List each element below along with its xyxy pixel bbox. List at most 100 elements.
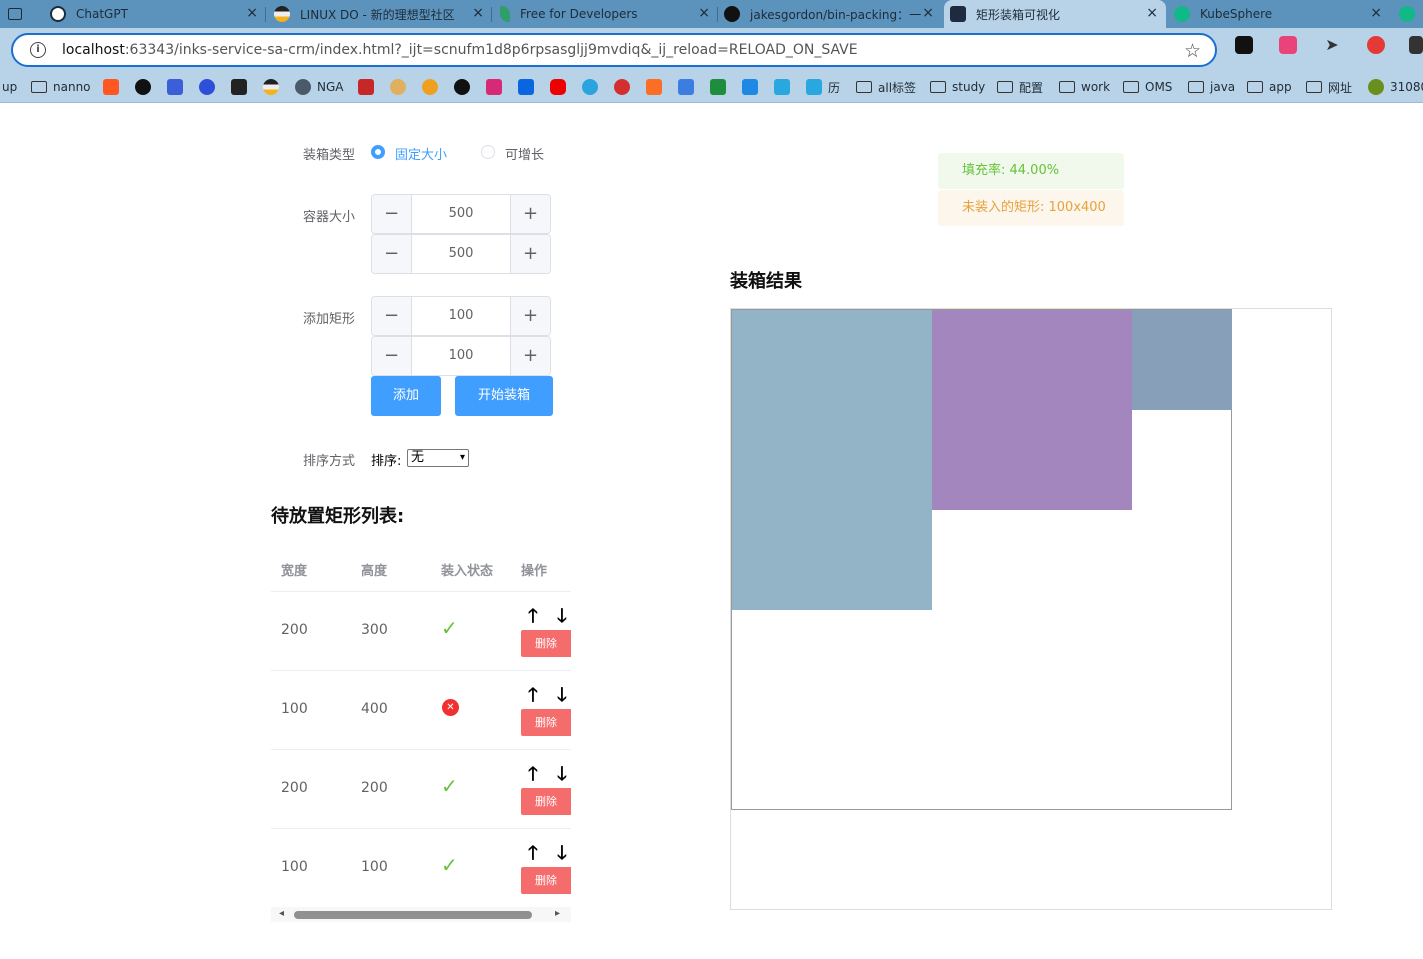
- kubesphere-icon: [1399, 6, 1415, 22]
- bookmark-31080[interactable]: 31080: [1368, 78, 1423, 96]
- bookmark-doc[interactable]: [678, 78, 700, 96]
- scroll-left-icon[interactable]: ◂: [279, 908, 284, 919]
- bookmark-x[interactable]: [135, 78, 157, 96]
- bookmark-label: 历: [828, 80, 841, 95]
- bookmark-weibo[interactable]: [614, 78, 636, 96]
- tab-1[interactable]: LINUX DO - 新的理想型社区 ×: [268, 0, 492, 28]
- extension-icon[interactable]: [1409, 36, 1423, 54]
- cell-height: 300: [361, 622, 388, 638]
- delete-button[interactable]: 删除: [521, 709, 571, 736]
- app-icon: [1368, 79, 1384, 95]
- bookmark-evernote[interactable]: [710, 78, 732, 96]
- bookmark-github[interactable]: [454, 78, 476, 96]
- bookmarks-bar: up nanno NGA 历 all标签 study 配置 work OMS j…: [0, 72, 1423, 103]
- add-button[interactable]: 添加: [371, 376, 441, 416]
- close-icon[interactable]: ×: [922, 5, 934, 21]
- container-width-input[interactable]: 500: [412, 195, 510, 233]
- site-info-icon[interactable]: i: [30, 42, 46, 58]
- delete-button[interactable]: 删除: [521, 630, 571, 657]
- bookmark-youtube[interactable]: [550, 78, 572, 96]
- bookmark-c[interactable]: [103, 78, 125, 96]
- address-bar[interactable]: i localhost:63343/inks-service-sa-crm/in…: [11, 33, 1217, 67]
- decrement-button[interactable]: −: [372, 297, 412, 335]
- close-icon[interactable]: ×: [472, 5, 484, 21]
- weibo-icon: [614, 79, 630, 95]
- document-icon: [678, 79, 694, 95]
- container-height-input[interactable]: 500: [412, 235, 510, 273]
- placed-rect-1: [932, 310, 1132, 510]
- decrement-button[interactable]: −: [372, 337, 412, 375]
- bookmark-config[interactable]: 配置: [997, 78, 1043, 96]
- url-text[interactable]: localhost:63343/inks-service-sa-crm/inde…: [62, 42, 858, 58]
- bookmark-bird[interactable]: [390, 78, 412, 96]
- bookmark-red[interactable]: [358, 78, 380, 96]
- packing-type-label: 装箱类型: [303, 148, 356, 163]
- adblock-extension-icon[interactable]: [1367, 36, 1385, 54]
- increment-button[interactable]: +: [510, 297, 550, 335]
- close-icon[interactable]: ×: [246, 5, 258, 21]
- bookmark-bilibili[interactable]: [774, 78, 796, 96]
- send-extension-icon[interactable]: ➤: [1323, 36, 1341, 54]
- evernote-icon: [710, 79, 726, 95]
- bilibili-icon: [806, 79, 822, 95]
- increment-button[interactable]: +: [510, 337, 550, 375]
- close-icon[interactable]: ×: [1370, 5, 1382, 21]
- delete-button[interactable]: 删除: [521, 867, 571, 894]
- delete-button[interactable]: 删除: [521, 788, 571, 815]
- close-icon[interactable]: ×: [698, 5, 710, 21]
- folder-icon: [1188, 81, 1204, 93]
- bookmark-telegram[interactable]: [582, 78, 604, 96]
- increment-button[interactable]: +: [510, 235, 550, 273]
- decrement-button[interactable]: −: [372, 235, 412, 273]
- scroll-thumb[interactable]: [294, 911, 532, 919]
- radio-growable[interactable]: [481, 145, 495, 159]
- bird-icon: [390, 79, 406, 95]
- bookmark-search[interactable]: [199, 78, 221, 96]
- bookmark-linuxdo[interactable]: [263, 78, 285, 96]
- bookmark-face[interactable]: [422, 78, 444, 96]
- radio-fixed[interactable]: [371, 145, 385, 159]
- bookmark-bolt[interactable]: [742, 78, 764, 96]
- bookmark-baidu[interactable]: [167, 78, 189, 96]
- bookmark-nanno[interactable]: nanno: [31, 78, 91, 96]
- chevron-down-icon: ▾: [459, 452, 465, 463]
- bookmark-app[interactable]: app: [1247, 78, 1292, 96]
- tab-2[interactable]: Free for Developers ×: [494, 0, 718, 28]
- bookmark-oms[interactable]: OMS: [1123, 78, 1172, 96]
- decrement-button[interactable]: −: [372, 195, 412, 233]
- tab-4[interactable]: 矩形装箱可视化 ×: [944, 0, 1166, 28]
- bookmark-instagram[interactable]: [486, 78, 508, 96]
- scroll-right-icon[interactable]: ▸: [555, 908, 560, 919]
- tab-overflow[interactable]: [1396, 0, 1423, 28]
- bookmark-d[interactable]: [231, 78, 253, 96]
- chatgpt-icon: [50, 6, 66, 22]
- radio-growable-label[interactable]: 可增长: [505, 144, 544, 163]
- bookmark-sites[interactable]: 网址: [1306, 78, 1352, 96]
- rect-height-input[interactable]: 100: [412, 337, 510, 375]
- sort-select[interactable]: 无 ▾: [407, 449, 469, 467]
- tab-0[interactable]: ChatGPT ×: [44, 0, 266, 28]
- rect-width-input[interactable]: 100: [412, 297, 510, 335]
- horizontal-scrollbar[interactable]: ◂ ▸: [271, 907, 571, 922]
- start-packing-button[interactable]: 开始装箱: [455, 376, 553, 416]
- increment-button[interactable]: +: [510, 195, 550, 233]
- translate-extension-icon[interactable]: [1279, 36, 1297, 54]
- bookmark-star-icon[interactable]: ☆: [1184, 40, 1201, 62]
- tab-3[interactable]: jakesgordon/bin-packing：一 ×: [720, 0, 942, 28]
- bookmark-study[interactable]: study: [930, 78, 985, 96]
- bookmark-nga[interactable]: NGA: [295, 78, 343, 96]
- bookmark-work[interactable]: work: [1059, 78, 1110, 96]
- bookmark-java[interactable]: java: [1188, 78, 1235, 96]
- extension-icon[interactable]: [1235, 36, 1253, 54]
- bookmark-history[interactable]: 历: [806, 78, 840, 96]
- leaf-icon: [500, 6, 510, 22]
- bookmark-up[interactable]: up: [2, 78, 17, 96]
- tab-5[interactable]: KubeSphere ×: [1168, 0, 1390, 28]
- tab-actions[interactable]: [0, 0, 40, 28]
- folder-icon: [930, 81, 946, 93]
- close-icon[interactable]: ×: [1146, 5, 1158, 21]
- bookmark-gitlab[interactable]: [646, 78, 668, 96]
- radio-fixed-label[interactable]: 固定大小: [395, 144, 447, 163]
- bookmark-all[interactable]: all标签: [856, 78, 916, 96]
- bookmark-zhihu[interactable]: [518, 78, 540, 96]
